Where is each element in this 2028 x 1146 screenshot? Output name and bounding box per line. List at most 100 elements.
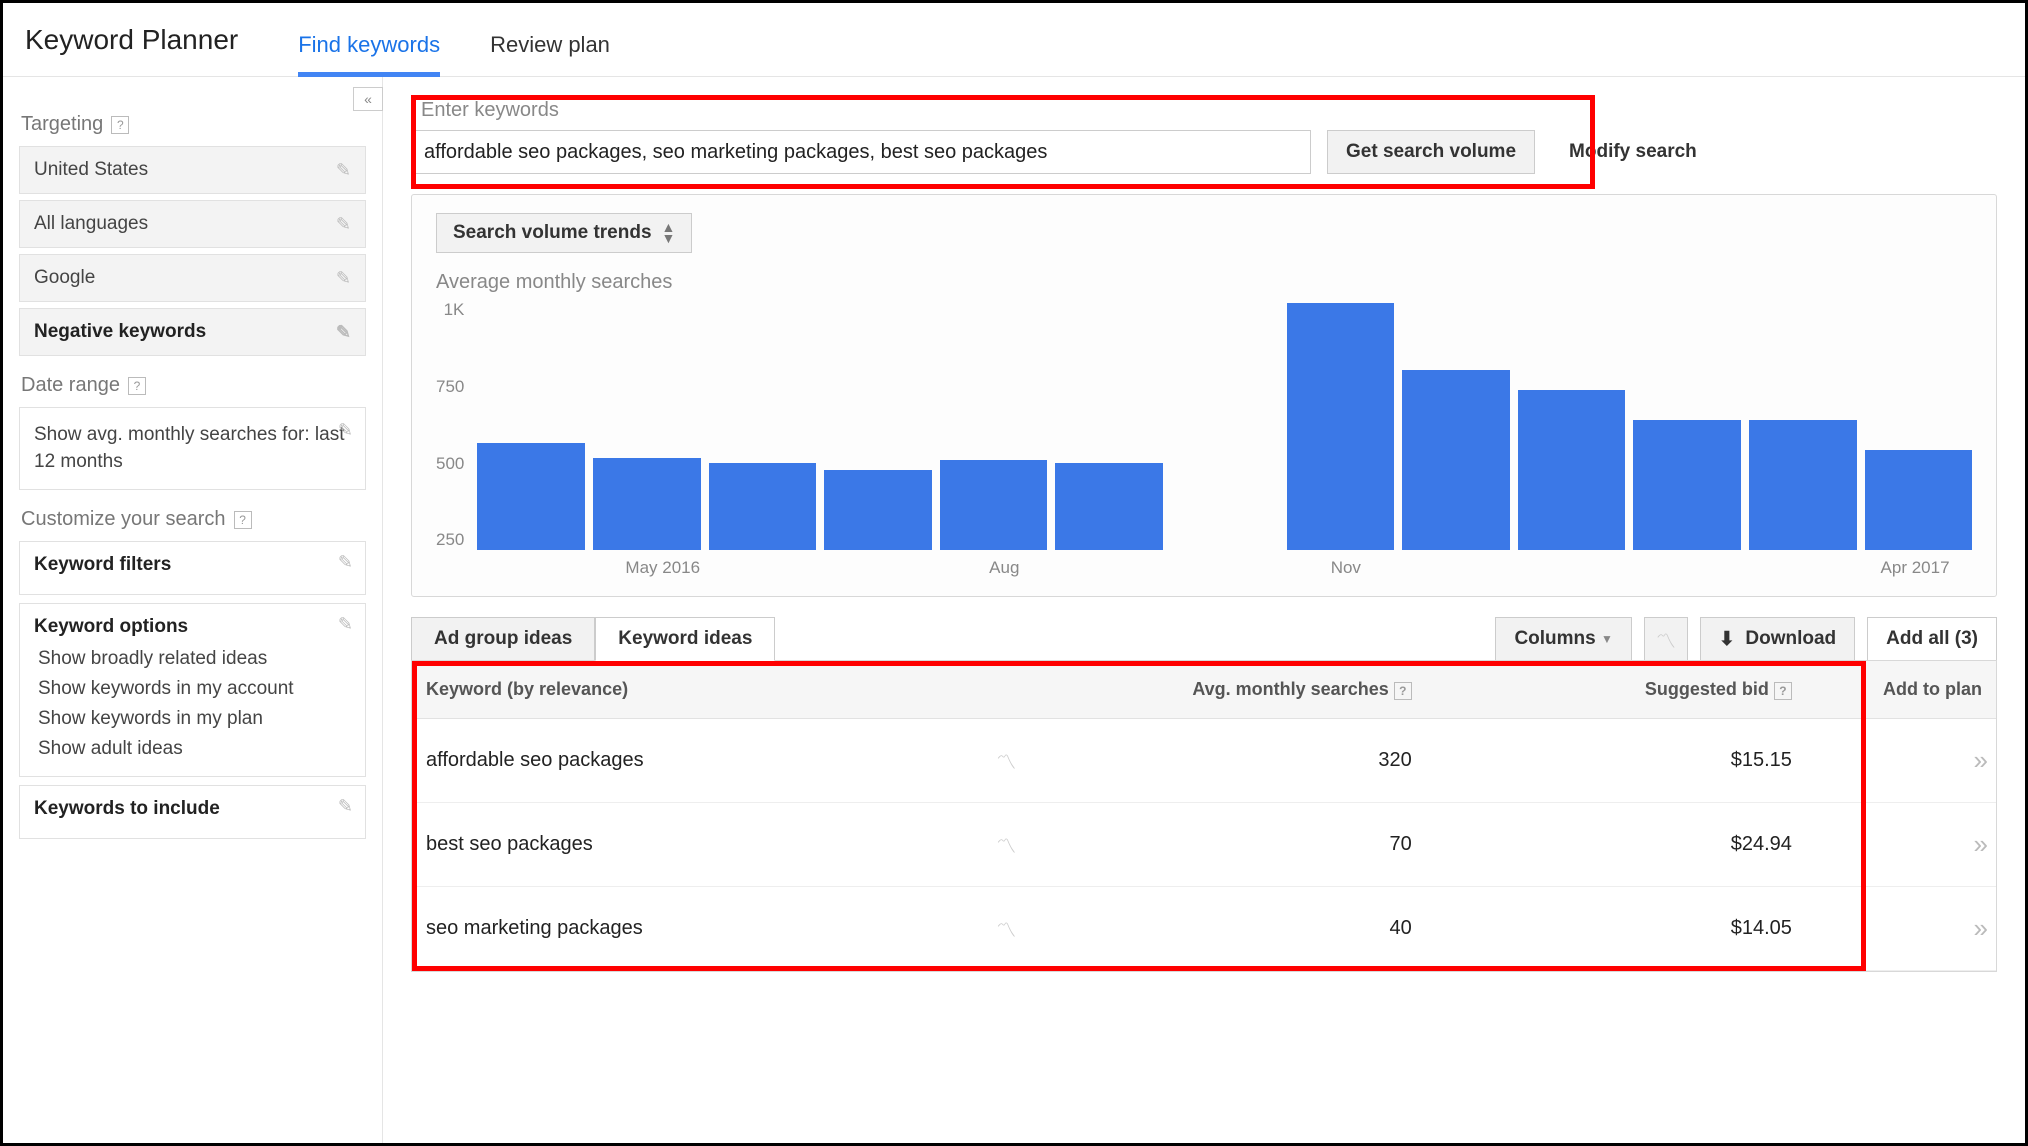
sort-icon: ▲▼ bbox=[662, 222, 676, 244]
targeting-negative-keywords[interactable]: Negative keywords✎ bbox=[19, 308, 366, 356]
x-tick bbox=[1517, 558, 1631, 578]
date-range-selector[interactable]: Show avg. monthly searches for: last 12 … bbox=[19, 407, 366, 490]
cell-bid: $24.94 bbox=[1426, 803, 1806, 887]
cell-keyword: seo marketing packages bbox=[412, 887, 982, 971]
x-tick bbox=[834, 558, 948, 578]
tab-ad-group-ideas[interactable]: Ad group ideas bbox=[411, 617, 595, 661]
chart-bar[interactable] bbox=[1055, 463, 1163, 551]
chart-x-axis: May 2016AugNovApr 2017 bbox=[492, 550, 1972, 578]
pencil-icon: ✎ bbox=[338, 552, 353, 573]
chart-bar[interactable] bbox=[1633, 420, 1741, 550]
tab-keyword-ideas[interactable]: Keyword ideas bbox=[595, 617, 775, 661]
ideas-toolbar: Ad group ideas Keyword ideas Columns ▼ 〽… bbox=[411, 617, 1997, 661]
pencil-icon: ✎ bbox=[336, 268, 351, 289]
x-tick: Nov bbox=[1289, 558, 1403, 578]
add-all-button[interactable]: Add all (3) bbox=[1867, 617, 1997, 661]
option-broadly-related: Show broadly related ideas bbox=[34, 644, 351, 674]
x-tick: May 2016 bbox=[606, 558, 720, 578]
pencil-icon: ✎ bbox=[338, 418, 353, 443]
add-to-plan-button[interactable]: » bbox=[1974, 913, 1982, 943]
main-content: Enter keywords Get search volume Modify … bbox=[383, 77, 2025, 1143]
col-searches[interactable]: Avg. monthly searches ? bbox=[1046, 661, 1426, 719]
x-tick bbox=[720, 558, 834, 578]
cell-bid: $14.05 bbox=[1426, 887, 1806, 971]
download-icon: ⬇ bbox=[1719, 628, 1735, 651]
trend-icon[interactable]: 〽 bbox=[996, 752, 1016, 774]
table-row: affordable seo packages 〽 320$15.15 » bbox=[412, 719, 1996, 803]
x-tick bbox=[1744, 558, 1858, 578]
chart-title: Average monthly searches bbox=[436, 271, 1972, 294]
pencil-icon: ✎ bbox=[338, 614, 353, 635]
add-to-plan-button[interactable]: » bbox=[1974, 829, 1982, 859]
trend-icon[interactable]: 〽 bbox=[996, 836, 1016, 858]
option-in-account: Show keywords in my account bbox=[34, 674, 351, 704]
download-button[interactable]: ⬇ Download bbox=[1700, 617, 1855, 661]
cell-searches: 320 bbox=[1046, 719, 1426, 803]
help-icon[interactable]: ? bbox=[1774, 682, 1792, 700]
chevron-down-icon: ▼ bbox=[1601, 632, 1613, 646]
x-tick: Aug bbox=[947, 558, 1061, 578]
chart-bar[interactable] bbox=[709, 463, 817, 551]
chart-metric-dropdown[interactable]: Search volume trends ▲▼ bbox=[436, 213, 692, 253]
chart-bars bbox=[476, 300, 1972, 550]
chart-bar[interactable] bbox=[824, 470, 932, 550]
x-tick bbox=[492, 558, 606, 578]
app-title: Keyword Planner bbox=[25, 24, 238, 56]
col-keyword[interactable]: Keyword (by relevance) bbox=[412, 661, 982, 719]
chart-bar[interactable] bbox=[1518, 390, 1626, 550]
x-tick bbox=[1630, 558, 1744, 578]
x-tick bbox=[1403, 558, 1517, 578]
targeting-language[interactable]: All languages✎ bbox=[19, 200, 366, 248]
trend-icon[interactable]: 〽 bbox=[996, 920, 1016, 942]
cell-keyword: affordable seo packages bbox=[412, 719, 982, 803]
customize-search-label: Customize your search ? bbox=[21, 508, 366, 531]
tab-review-plan[interactable]: Review plan bbox=[490, 32, 610, 76]
sidebar: « Targeting ? United States✎ All languag… bbox=[3, 77, 383, 1143]
tab-find-keywords[interactable]: Find keywords bbox=[298, 32, 440, 76]
chart-bar[interactable] bbox=[1865, 450, 1973, 550]
table-row: best seo packages〽70$24.94» bbox=[412, 803, 1996, 887]
chart-bar[interactable] bbox=[940, 460, 1048, 550]
chart-bar[interactable] bbox=[593, 458, 701, 551]
chart-y-axis: 1K 750 500 250 bbox=[436, 300, 476, 550]
modify-search-button[interactable]: Modify search bbox=[1551, 130, 1715, 174]
targeting-network[interactable]: Google✎ bbox=[19, 254, 366, 302]
keyword-input[interactable] bbox=[411, 130, 1311, 174]
col-add-to-plan: Add to plan bbox=[1806, 661, 1996, 719]
help-icon[interactable]: ? bbox=[111, 116, 129, 134]
keyword-ideas-table: Keyword (by relevance) Avg. monthly sear… bbox=[411, 660, 1997, 972]
pencil-icon: ✎ bbox=[336, 160, 351, 181]
chart-bar[interactable] bbox=[1749, 420, 1857, 550]
help-icon[interactable]: ? bbox=[234, 511, 252, 529]
table-row: seo marketing packages 〽 40$14.05 » bbox=[412, 887, 1996, 971]
option-in-plan: Show keywords in my plan bbox=[34, 704, 351, 734]
collapse-sidebar-button[interactable]: « bbox=[353, 87, 383, 111]
cell-keyword: best seo packages bbox=[412, 803, 982, 887]
chart-bar[interactable] bbox=[1402, 370, 1510, 550]
help-icon[interactable]: ? bbox=[128, 377, 146, 395]
targeting-label: Targeting ? bbox=[21, 113, 366, 136]
primary-tabs: Find keywords Review plan bbox=[298, 3, 610, 76]
cell-searches: 40 bbox=[1046, 887, 1426, 971]
search-label: Enter keywords bbox=[421, 99, 1311, 122]
get-search-volume-button[interactable]: Get search volume bbox=[1327, 130, 1535, 174]
add-to-plan-button[interactable]: » bbox=[1974, 745, 1982, 775]
option-adult-ideas: Show adult ideas bbox=[34, 734, 351, 764]
columns-dropdown[interactable]: Columns ▼ bbox=[1495, 617, 1631, 661]
cell-bid: $15.15 bbox=[1426, 719, 1806, 803]
chart-view-button[interactable]: 〽 bbox=[1644, 617, 1688, 661]
keyword-options[interactable]: Keyword options Show broadly related ide… bbox=[19, 603, 366, 777]
chart-bar[interactable] bbox=[477, 443, 585, 551]
date-range-label: Date range ? bbox=[21, 374, 366, 397]
pencil-icon: ✎ bbox=[336, 322, 351, 343]
keywords-to-include[interactable]: Keywords to include ✎ bbox=[19, 785, 366, 839]
chart-icon: 〽 bbox=[1656, 625, 1676, 654]
keyword-filters[interactable]: Keyword filters ✎ bbox=[19, 541, 366, 595]
col-bid[interactable]: Suggested bid ? bbox=[1426, 661, 1806, 719]
top-bar: Keyword Planner Find keywords Review pla… bbox=[3, 3, 2025, 77]
help-icon[interactable]: ? bbox=[1394, 682, 1412, 700]
chart-bar[interactable] bbox=[1287, 303, 1395, 551]
targeting-location[interactable]: United States✎ bbox=[19, 146, 366, 194]
x-tick bbox=[1061, 558, 1175, 578]
chart-card: Search volume trends ▲▼ Average monthly … bbox=[411, 194, 1997, 597]
